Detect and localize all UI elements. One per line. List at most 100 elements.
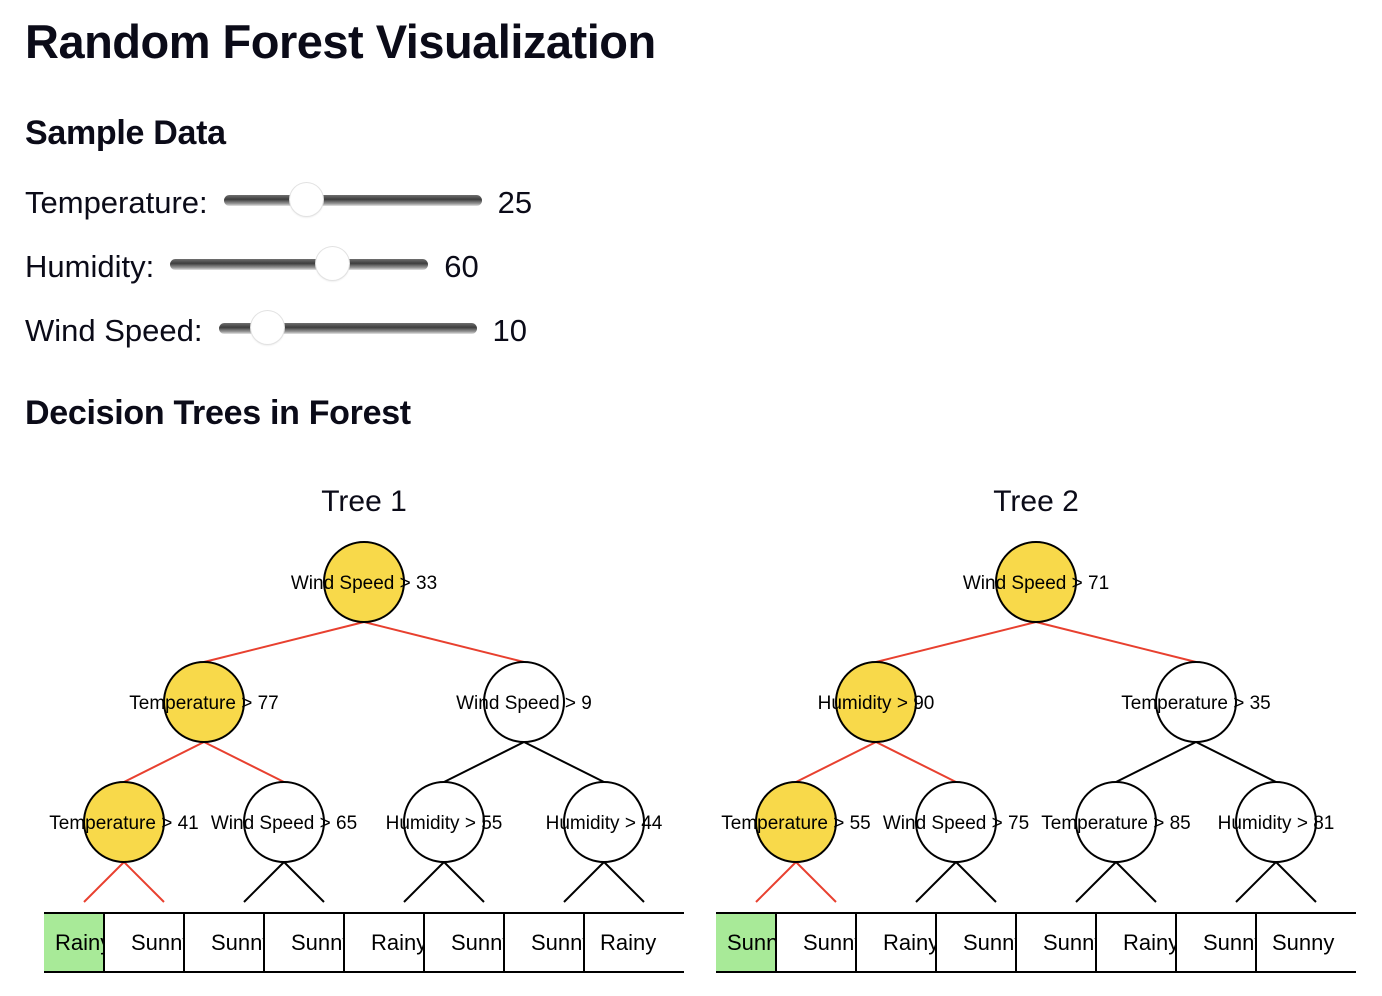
- leaf-edge: [1235, 861, 1277, 903]
- leaf-edge: [915, 861, 957, 903]
- leaf-node[interactable]: Rainy: [343, 913, 427, 971]
- active-edge: [875, 741, 957, 783]
- sample-data-heading: Sample Data: [25, 114, 226, 152]
- leaf-edge: [243, 861, 285, 903]
- leaf-node[interactable]: Sunny: [1255, 913, 1356, 971]
- leaf-node[interactable]: Sunny: [775, 913, 865, 971]
- leaf-node[interactable]: Rainy: [44, 913, 111, 971]
- temperature-label: Temperature:: [25, 185, 208, 220]
- tree-node[interactable]: Humidity > 55: [386, 781, 503, 863]
- wind-speed-label: Wind Speed:: [25, 313, 203, 348]
- leaf-label: Rainy: [1123, 930, 1179, 955]
- node-label: Wind Speed > 9: [456, 693, 592, 714]
- forest-visualization: Tree 1 Wind Speed > 33 Temperature > 77 Win…: [44, 485, 1356, 973]
- leaf-edge: [1275, 861, 1317, 903]
- temperature-control: Temperature: 25: [25, 183, 532, 223]
- active-edge: [795, 741, 877, 783]
- leaf-edge: [563, 861, 605, 903]
- active-edge: [875, 621, 1037, 663]
- humidity-slider[interactable]: [170, 247, 429, 287]
- leaf-node[interactable]: Sunny: [103, 913, 193, 971]
- humidity-control: Humidity: 60: [25, 247, 479, 287]
- tree-node[interactable]: Wind Speed > 9: [456, 661, 592, 743]
- tree-2: Tree 2 Wind Speed > 71 Humidity > 90 Temper…: [716, 485, 1356, 973]
- decision-trees-heading: Decision Trees in Forest: [25, 394, 411, 432]
- tree-node[interactable]: Wind Speed > 75: [883, 781, 1029, 863]
- leaf-label: Rainy: [55, 930, 111, 955]
- active-edge: [363, 621, 525, 663]
- leaf-label: Sunny: [1272, 930, 1334, 955]
- leaf-edge: [1115, 861, 1157, 903]
- edge: [1195, 741, 1277, 783]
- leaf-label: Rainy: [371, 930, 427, 955]
- leaf-node[interactable]: Sunny: [503, 913, 593, 971]
- leaf-label: Rainy: [600, 930, 656, 955]
- tree-node[interactable]: Humidity > 44: [546, 781, 663, 863]
- leaf-edge: [283, 861, 325, 903]
- leaf-node[interactable]: Sunny: [423, 913, 513, 971]
- tree-title: Tree 2: [993, 485, 1079, 518]
- active-leaf-edge: [755, 861, 797, 903]
- leaf-node[interactable]: Sunny: [1175, 913, 1265, 971]
- wind-speed-slider[interactable]: [218, 311, 477, 351]
- page-title: Random Forest Visualization: [25, 15, 656, 68]
- leaf-edge: [1075, 861, 1117, 903]
- tree-node[interactable]: Temperature > 77: [129, 661, 279, 743]
- tree-node[interactable]: Wind Speed > 71: [963, 541, 1109, 623]
- slider-thumb[interactable]: [290, 183, 324, 216]
- node-label: Temperature > 77: [129, 693, 278, 714]
- tree-node[interactable]: Temperature > 35: [1121, 661, 1271, 743]
- active-edge: [1035, 621, 1197, 663]
- slider-track[interactable]: [223, 195, 482, 206]
- leaf-edge: [603, 861, 645, 903]
- active-edge: [203, 741, 285, 783]
- node-label: Humidity > 44: [546, 813, 663, 834]
- node-label: Temperature > 85: [1041, 813, 1190, 834]
- active-leaf-edge: [795, 861, 837, 903]
- node-label: Humidity > 55: [386, 813, 503, 834]
- active-leaf-edge: [83, 861, 125, 903]
- leaf-node[interactable]: Rainy: [855, 913, 939, 971]
- node-label: Wind Speed > 75: [883, 813, 1029, 834]
- slider-thumb[interactable]: [315, 247, 349, 280]
- edge: [523, 741, 605, 783]
- humidity-value: 60: [444, 249, 479, 284]
- leaf-edge: [955, 861, 997, 903]
- temperature-value: 25: [497, 185, 533, 220]
- slider-thumb[interactable]: [251, 311, 285, 344]
- wind-speed-control: Wind Speed: 10: [25, 311, 527, 351]
- edge: [443, 741, 525, 783]
- tree-node[interactable]: Wind Speed > 33: [291, 541, 437, 623]
- tree-1: Tree 1 Wind Speed > 33 Temperature > 77 Win…: [44, 485, 684, 973]
- leaf-node[interactable]: Sunny: [1015, 913, 1105, 971]
- tree-node[interactable]: Temperature > 55: [721, 781, 871, 863]
- tree-title: Tree 1: [321, 485, 407, 518]
- leaf-node[interactable]: Sunny: [263, 913, 353, 971]
- node-label: Humidity > 81: [1218, 813, 1335, 834]
- leaf-edge: [403, 861, 445, 903]
- tree-node[interactable]: Humidity > 81: [1218, 781, 1335, 863]
- leaf-node[interactable]: Rainy: [583, 913, 684, 971]
- leaf-node[interactable]: Rainy: [1095, 913, 1179, 971]
- leaf-label: Rainy: [883, 930, 939, 955]
- humidity-label: Humidity:: [25, 249, 155, 284]
- node-label: Wind Speed > 65: [211, 813, 357, 834]
- leaf-node[interactable]: Sunny: [183, 913, 273, 971]
- node-label: Temperature > 55: [721, 813, 870, 834]
- active-edge: [123, 741, 205, 783]
- leaf-edge: [443, 861, 485, 903]
- leaf-node[interactable]: Sunny: [935, 913, 1025, 971]
- tree-node[interactable]: Humidity > 90: [818, 661, 935, 743]
- slider-track[interactable]: [170, 259, 429, 270]
- tree-node[interactable]: Temperature > 41: [49, 781, 199, 863]
- wind-speed-value: 10: [492, 313, 527, 348]
- tree-node[interactable]: Temperature > 85: [1041, 781, 1191, 863]
- node-label: Wind Speed > 33: [291, 573, 437, 594]
- active-leaf-edge: [123, 861, 165, 903]
- node-label: Temperature > 35: [1121, 693, 1270, 714]
- active-edge: [203, 621, 365, 663]
- edge: [1115, 741, 1197, 783]
- temperature-slider[interactable]: [223, 183, 482, 223]
- node-label: Humidity > 90: [818, 693, 935, 714]
- tree-node[interactable]: Wind Speed > 65: [211, 781, 357, 863]
